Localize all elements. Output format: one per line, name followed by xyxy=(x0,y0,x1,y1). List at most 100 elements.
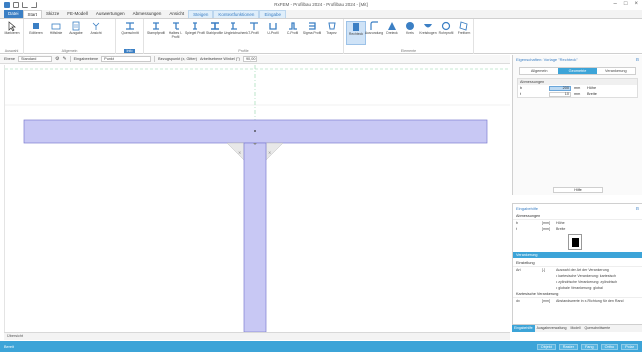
help-unit xyxy=(542,274,552,278)
property-row: t 10 mm Breite xyxy=(518,91,637,97)
status-toggle-button[interactable]: Raster xyxy=(558,343,578,350)
help-tab[interactable]: Modell xyxy=(568,325,582,332)
output-button[interactable]: Ausgabe xyxy=(66,21,86,45)
maximize-button[interactable]: □ xyxy=(624,1,628,7)
fillet-marker: × xyxy=(238,150,241,155)
ribbon-tab[interactable]: Kontextfunktionen xyxy=(213,10,260,18)
ribbon-tab[interactable]: Datei xyxy=(4,10,23,18)
drawing-canvas[interactable]: × × xyxy=(4,65,510,332)
properties-tabs: Allgemein Geometrie Verankerung xyxy=(519,67,636,75)
ribbon-tab[interactable]: Auswertungen xyxy=(92,10,129,18)
help-description: • zylindrische Verankerung: zylindrisch xyxy=(556,280,618,284)
help-tab-bar: Eingabehilfe Ausgabeverwaltung Modell Quers… xyxy=(512,324,642,332)
layer-select[interactable]: Standard xyxy=(17,56,52,62)
ribbon-group-label: Elemente xyxy=(400,49,417,53)
minimize-button[interactable]: – xyxy=(614,1,617,7)
profile-button[interactable]: Spiegel Profil xyxy=(185,21,205,45)
profile-button[interactable]: C-Profil xyxy=(283,21,303,45)
profile-button[interactable]: Sigma Profil xyxy=(302,21,322,45)
web[interactable] xyxy=(243,142,267,332)
profile-button[interactable]: Halbes I-Profil xyxy=(166,21,186,45)
status-toggle-button[interactable]: Polar xyxy=(621,343,638,350)
element-button[interactable]: Dreieck xyxy=(382,21,402,45)
toolbar-separator xyxy=(154,56,156,62)
properties-tab[interactable]: Allgemein xyxy=(520,68,558,74)
title-bar: RxFEM - Profilbau 2024 - Profilbau 2024 … xyxy=(0,0,642,10)
element-button[interactable]: Ausrundung xyxy=(364,21,384,45)
ribbon-tab[interactable]: Abmessungen xyxy=(129,10,166,18)
button-label: Stampfprofil xyxy=(146,31,166,35)
haunch-left[interactable] xyxy=(226,142,245,161)
angle-input[interactable]: 90,00 xyxy=(242,56,257,62)
status-bar: Bereit Objekt Raster Fang Ortho Polar xyxy=(0,341,642,352)
property-value-input[interactable]: 10 xyxy=(549,91,571,97)
element-shape-icon xyxy=(370,21,378,30)
element-shape-icon xyxy=(406,22,414,30)
section-drawing[interactable]: × × xyxy=(5,65,510,332)
help-tab[interactable]: Eingabehilfe xyxy=(512,325,535,332)
ribbon-tab[interactable]: Steigen xyxy=(188,10,214,18)
pin-icon[interactable]: ⊟ xyxy=(636,57,639,62)
profile-button[interactable]: T-Profil xyxy=(244,21,264,45)
properties-tab[interactable]: Verankerung xyxy=(597,68,635,74)
ribbon-group-info: Querschnitt Info xyxy=(116,19,144,54)
profile-button[interactable]: Stampfprofil xyxy=(146,21,166,45)
button-label: Trapez xyxy=(326,31,337,35)
ribbon-group-auswahl: Markieren Auswahl xyxy=(0,19,24,54)
element-button[interactable]: Rechteck xyxy=(346,21,366,45)
properties-header: Eigenschaften: Vorlage "Rechteck" ⊟ xyxy=(513,55,642,64)
edit-button[interactable]: Editieren xyxy=(26,21,46,45)
help-param: dx xyxy=(516,299,520,303)
help-tab[interactable]: Ausgabeverwaltung xyxy=(535,325,569,332)
layer-settings-icon[interactable]: ⚙ xyxy=(55,56,59,62)
input-help-panel: Eingabehilfe ⊟ Abmessungen b [mm] Höhe t [mm… xyxy=(512,203,642,332)
status-toggle-button[interactable]: Objekt xyxy=(536,343,556,350)
help-description: Abstandswerte in x-Richtung für den Rand xyxy=(556,299,624,303)
button-label: Ungleichschenk. xyxy=(224,31,249,35)
property-key: b xyxy=(520,86,523,90)
profile-shape-icon xyxy=(249,22,258,30)
guide-button[interactable]: Hilfslinie xyxy=(46,21,66,45)
ribbon-tab[interactable]: Start xyxy=(22,10,43,18)
button-label: Rohrprofil xyxy=(438,31,454,35)
canvas-tab-bar[interactable]: Übersicht xyxy=(4,332,510,340)
help-tab[interactable]: Querschnittwerte xyxy=(582,325,612,332)
status-toggle-button[interactable]: Ortho xyxy=(600,343,619,350)
element-button[interactable]: Kreis xyxy=(400,21,420,45)
ribbon-tab[interactable]: FE-Modell xyxy=(63,10,92,18)
ribbon-group-label: Info xyxy=(124,49,135,53)
pencil-icon[interactable]: ✎ xyxy=(62,56,66,62)
close-button[interactable]: × xyxy=(634,1,638,7)
element-button[interactable]: Freiform xyxy=(454,21,474,45)
ribbon-tab[interactable]: Eingabe xyxy=(259,10,286,18)
drawing-select[interactable]: Punkt xyxy=(101,56,152,62)
help-unit xyxy=(542,280,552,284)
button-label: Kreisbogen xyxy=(419,31,437,35)
button-label: T-Profil xyxy=(248,31,259,35)
ribbon-tab[interactable]: Skizze xyxy=(42,10,63,18)
ribbon-tab[interactable]: Ansicht xyxy=(165,10,188,18)
properties-tab[interactable]: Geometrie xyxy=(558,68,597,74)
profile-button[interactable]: Ungleichschenk. xyxy=(224,21,249,45)
property-description: Höhe xyxy=(587,86,597,90)
select-button[interactable]: Markieren xyxy=(2,21,22,45)
profile-button[interactable]: Trapez xyxy=(322,21,342,45)
element-button[interactable]: Kreisbogen xyxy=(418,21,438,45)
view-button[interactable]: Ansicht xyxy=(86,21,106,45)
element-button[interactable]: Rohrprofil xyxy=(436,21,456,45)
properties-title: Eigenschaften: Vorlage "Rechteck" xyxy=(516,57,578,62)
centroid-marker xyxy=(254,130,256,132)
element-shape-icon xyxy=(459,21,468,31)
profile-button[interactable]: Stahlprofile xyxy=(205,21,225,45)
profile-button[interactable]: U-Profil xyxy=(263,21,283,45)
property-value-input[interactable]: 200 xyxy=(549,85,571,91)
pin-icon[interactable]: ⊟ xyxy=(636,206,639,211)
help-param xyxy=(516,274,538,278)
button-label: Spiegel Profil xyxy=(185,31,205,35)
ribbon-group-label: Auswahl xyxy=(4,49,19,53)
ribbon-tab-bar: Datei Start Skizze FE-Modell Auswertungen Abm… xyxy=(0,10,642,19)
window-controls: – □ × xyxy=(614,1,638,7)
help-button[interactable]: Hilfe xyxy=(553,187,603,193)
status-toggle-button[interactable]: Fang xyxy=(580,343,598,350)
cross-section-button[interactable]: Querschnitt xyxy=(120,21,140,45)
